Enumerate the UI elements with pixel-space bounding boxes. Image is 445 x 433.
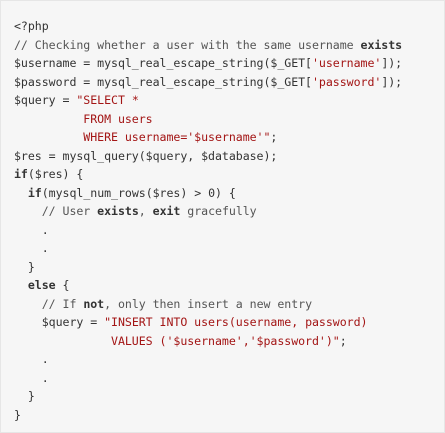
code-line: $query = "INSERT INTO users(username, pa… [14,313,444,332]
code-line: . [14,350,444,369]
code-token: ]); [381,56,403,70]
code-token: 'username' [312,56,382,70]
code-token: ]); [381,74,403,89]
code-token: ; [339,333,347,348]
code-token: . [14,241,49,255]
code-token: } [14,259,35,274]
code-line: WHERE username='$username'"; [14,128,444,147]
code-token: <?php [14,19,49,33]
code-token: exit [152,204,181,218]
code-token: ; [270,130,278,144]
code-line: if(mysql_num_rows($res) > 0) { [14,184,444,203]
code-line: . [14,239,444,258]
code-token: gracefully [180,204,257,218]
code-line: $username = mysql_real_escape_string($_G… [14,54,444,73]
code-token: if [27,185,42,200]
code-token: $password = mysql_real_escape_string($_G… [14,74,312,89]
code-token: $query = [14,93,77,107]
code-token: WHERE username='$username'" [14,130,271,144]
code-line: $password = mysql_real_escape_string($_G… [14,73,444,92]
code-line: FROM users [14,110,444,129]
code-token: $username = mysql_real_escape_string($_G… [14,56,312,70]
code-token: } [14,389,35,403]
code-token: // Checking whether a user with the same… [14,37,361,52]
code-line: $query = "SELECT * [14,91,444,110]
code-token: // User [14,204,98,218]
code-token: FROM users [14,111,153,126]
code-token: (mysql_num_rows($res) > 0) { [41,185,236,200]
code-token: , only then insert a new entry [104,296,313,311]
code-line: if($res) { [14,165,444,184]
code-token: $res = mysql_query($query, $database); [14,148,278,163]
code-token: exists [360,37,403,52]
code-line: } [14,258,444,277]
code-line: $res = mysql_query($query, $database); [14,147,444,166]
code-token: { [55,278,70,292]
code-line: } [14,387,444,406]
code-token: else [27,278,56,292]
code-token: ($res) { [27,167,84,181]
code-line: else { [14,276,444,295]
code-token: . [14,370,49,385]
code-token: "INSERT INTO users(username, password) [104,315,368,329]
code-line: . [14,221,444,240]
code-line: // User exists, exit gracefully [14,202,444,221]
code-token: . [14,222,49,237]
code-token: exists [97,204,139,218]
code-token: $query = [14,315,105,329]
code-token: 'password' [312,74,382,89]
code-line: } [14,406,444,425]
code-line: // If not, only then insert a new entry [14,295,444,314]
code-token: , [138,204,153,218]
code-token: . [14,352,49,366]
code-token: } [14,407,21,422]
code-token: not [83,296,105,311]
code-line: // Checking whether a user with the same… [14,36,444,55]
code-line: VALUES ('$username','$password')"; [14,332,444,351]
code-line: <?php [14,17,444,36]
code-block: <?php // Checking whether a user with the… [0,0,445,433]
code-token: // If [14,296,84,311]
code-line: . [14,369,444,388]
code-token: VALUES ('$username','$password')" [14,333,340,348]
code-token: "SELECT * [76,93,139,107]
code-token: if [14,167,28,181]
